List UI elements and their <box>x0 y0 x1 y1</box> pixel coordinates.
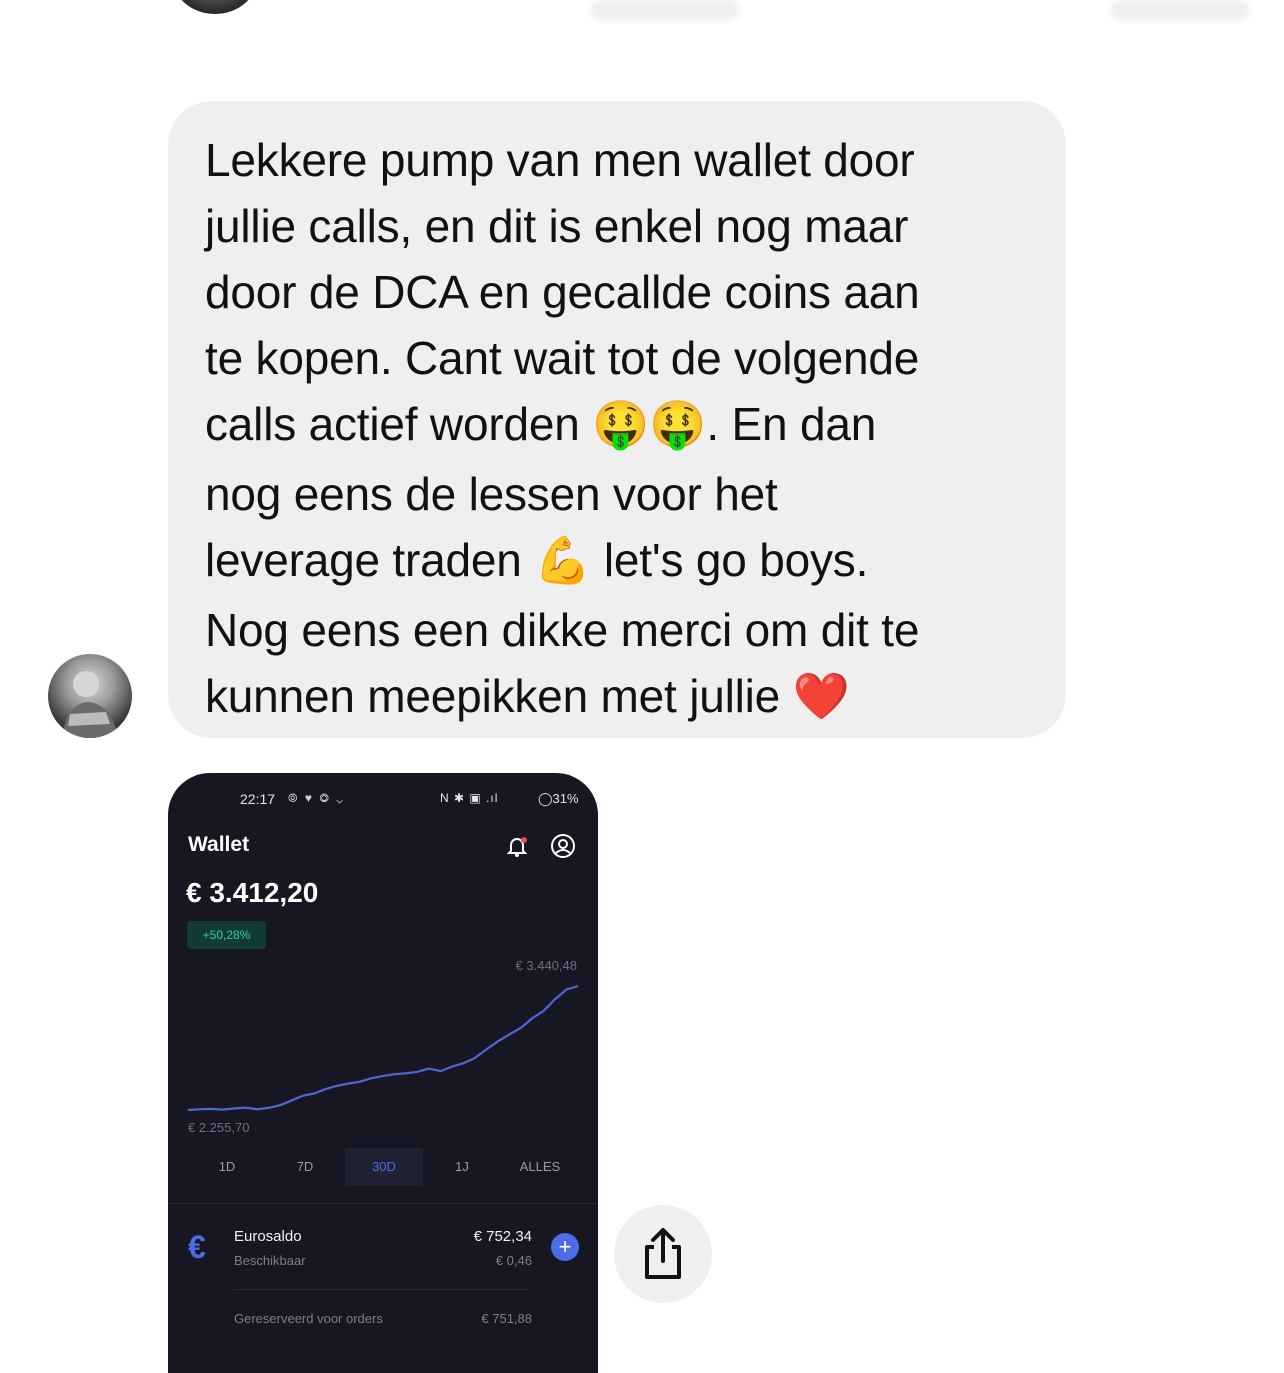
profile-icon[interactable] <box>550 833 576 859</box>
range-tab-alles[interactable]: ALLES <box>501 1148 579 1186</box>
wallet-screenshot[interactable]: 22:17 ⦾ ♥ ◎ ⌄ N ✱ ▣ .ıl ◯31% Wallet € 3.… <box>168 773 598 1373</box>
status-notification-icons: ⦾ ♥ ◎ ⌄ <box>288 791 345 805</box>
money-mouth-emoji: 🤑 <box>592 397 650 450</box>
reserved-amount: € 751,88 <box>481 1311 532 1326</box>
range-tab-30d[interactable]: 30D <box>345 1148 423 1186</box>
person-silhouette-icon <box>62 671 118 738</box>
chart-min-label: € 2.255,70 <box>188 1120 249 1135</box>
range-tab-1j[interactable]: 1J <box>423 1148 501 1186</box>
chart-max-label: € 3.440,48 <box>516 958 577 973</box>
battery-indicator: ◯31% <box>538 791 579 806</box>
range-tab-1d[interactable]: 1D <box>188 1148 266 1186</box>
eurosaldo-sub: Beschikbaar <box>234 1253 306 1268</box>
status-time: 22:17 <box>240 791 276 807</box>
reserved-label: Gereserveerd voor orders <box>234 1311 383 1326</box>
eurosaldo-name: Eurosaldo <box>234 1228 302 1245</box>
sender-avatar[interactable] <box>48 654 132 738</box>
message-text: Lekkere pump van men wallet door jullie … <box>205 127 1030 733</box>
divider <box>168 1203 598 1204</box>
range-tab-7d[interactable]: 7D <box>266 1148 344 1186</box>
money-mouth-emoji: 🤑 <box>649 397 707 450</box>
conversation-header: Active now <box>0 0 1284 26</box>
add-funds-button[interactable]: + <box>551 1233 579 1261</box>
wallet-balance: € 3.412,20 <box>186 877 319 908</box>
change-badge: +50,28% <box>187 921 266 949</box>
share-button[interactable] <box>614 1205 712 1303</box>
bell-icon[interactable] <box>504 833 530 859</box>
contact-avatar[interactable] <box>172 0 258 14</box>
header-blur <box>1110 0 1250 20</box>
divider <box>234 1289 530 1290</box>
status-signal-icons: N ✱ ▣ .ıl <box>440 791 499 805</box>
active-status: Active now <box>300 0 484 9</box>
euro-icon: € <box>188 1229 206 1265</box>
chart-series-line <box>187 984 579 1112</box>
wallet-title: Wallet <box>188 833 250 856</box>
message-bubble[interactable]: Lekkere pump van men wallet door jullie … <box>168 101 1066 738</box>
eurosaldo-amount: € 752,34 <box>473 1228 532 1245</box>
wallet-line-chart: € 3.440,48 € 2.255,70 <box>187 958 579 1135</box>
flexed-bicep-emoji: 💪 <box>534 533 592 586</box>
header-blur <box>590 0 740 20</box>
eurosaldo-amount-sub: € 0,46 <box>495 1253 532 1268</box>
red-heart-emoji: ❤️ <box>792 669 850 722</box>
share-icon <box>645 1228 681 1279</box>
time-range-selector: 1D 7D 30D 1J ALLES <box>188 1148 580 1186</box>
